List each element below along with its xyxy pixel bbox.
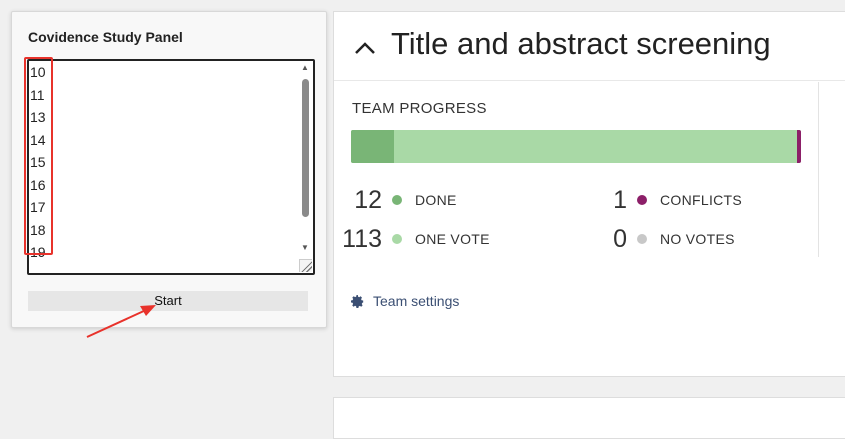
stat-conflicts-label: CONFLICTS [660,192,743,208]
stat-no-votes: 0 NO VOTES [567,224,735,254]
scroll-thumb[interactable] [302,79,309,217]
team-settings-label: Team settings [373,293,460,309]
scroll-up-arrow-icon[interactable]: ▲ [300,63,310,73]
team-settings-link[interactable]: Team settings [351,293,459,309]
card-divider [818,82,819,257]
annotation-arrow-icon [86,305,156,338]
stat-one-vote: 113 ONE VOTE [322,224,490,254]
conflicts-dot-icon [637,195,647,205]
stat-done-value: 12 [354,185,382,214]
progress-done-segment [351,130,394,163]
stat-done: 12 DONE [322,185,457,215]
start-button[interactable]: Start [28,291,308,311]
textarea-scrollbar[interactable]: ▲ ▼ [299,61,311,273]
page-title: Title and abstract screening [391,26,771,61]
card-header: Title and abstract screening [334,12,845,81]
study-panel: Covidence Study Panel 10 11 13 14 15 16 17 18 19… [11,11,327,328]
scroll-down-arrow-icon[interactable]: ▼ [300,243,310,253]
progress-conflict-segment [797,130,801,163]
panel-title: Covidence Study Panel [28,29,183,45]
resize-grip-icon[interactable] [299,259,312,272]
stat-one-vote-value: 113 [342,224,382,253]
stat-no-votes-value: 0 [613,224,627,253]
next-card [333,397,845,439]
team-progress-bar [351,130,801,163]
team-progress-label: TEAM PROGRESS [352,100,487,117]
study-ids-textarea[interactable]: 10 11 13 14 15 16 17 18 19 ▲ ▼ [27,59,315,275]
no-votes-dot-icon [637,234,647,244]
screening-card: Title and abstract screening TEAM PROGRE… [333,11,845,377]
chevron-up-icon[interactable] [354,38,376,60]
stat-conflicts: 1 CONFLICTS [567,185,742,215]
stat-no-votes-label: NO VOTES [660,231,735,247]
gear-icon [351,294,364,308]
one-vote-dot-icon [392,234,402,244]
stat-done-label: DONE [415,192,457,208]
done-dot-icon [392,195,402,205]
stat-conflicts-value: 1 [613,185,627,214]
stat-one-vote-label: ONE VOTE [415,231,490,247]
annotation-highlight-box [24,57,53,255]
